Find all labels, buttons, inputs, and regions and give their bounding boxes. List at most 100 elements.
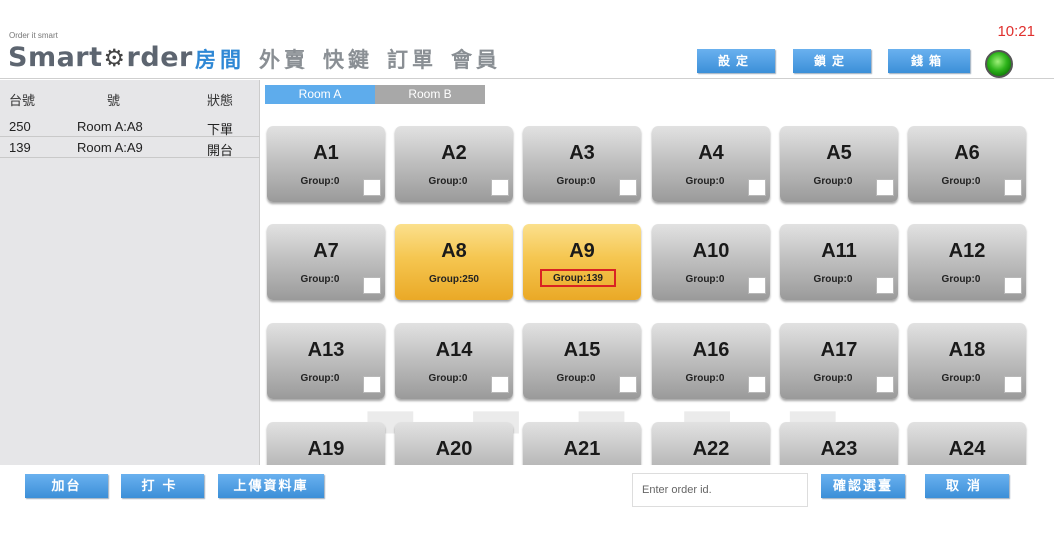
table-tile-a19[interactable]: A19 bbox=[267, 422, 385, 465]
tile-checkbox[interactable] bbox=[619, 376, 637, 393]
table-list-row[interactable]: 139 Room A:A9 開台 bbox=[0, 137, 260, 158]
table-tile-a17[interactable]: A17 Group:0 bbox=[780, 323, 898, 399]
table-tile-a22[interactable]: A22 bbox=[652, 422, 770, 465]
column-header-room: 號 bbox=[107, 93, 121, 108]
table-tile-a11[interactable]: A11 Group:0 bbox=[780, 224, 898, 300]
nav-members[interactable]: 會員 bbox=[451, 44, 501, 74]
logo-text-right: rder bbox=[126, 42, 193, 73]
tile-name: A9 bbox=[569, 240, 595, 262]
table-tile-a21[interactable]: A21 bbox=[523, 422, 641, 465]
tile-group: Group:0 bbox=[300, 176, 340, 187]
tile-checkbox[interactable] bbox=[491, 376, 509, 393]
tile-checkbox[interactable] bbox=[1004, 376, 1022, 393]
nav-rooms[interactable]: 房間 bbox=[195, 44, 245, 74]
tile-group: Group:0 bbox=[428, 373, 468, 384]
room-table-grid: ● ● ● ● ● ▬ ▬ ▬ ▬ ▬ A1Group:0A2Group:0A3… bbox=[262, 108, 1034, 465]
tab-room-b[interactable]: Room B bbox=[375, 85, 485, 104]
tile-checkbox[interactable] bbox=[619, 179, 637, 196]
row-room: Room A:A9 bbox=[77, 140, 143, 155]
tile-name: A22 bbox=[692, 438, 730, 460]
tile-group: Group:0 bbox=[941, 176, 981, 187]
nav-takeout[interactable]: 外賣 bbox=[259, 44, 309, 74]
upload-database-button[interactable]: 上傳資料庫 bbox=[218, 474, 324, 498]
tile-name: A10 bbox=[692, 240, 730, 262]
lock-button[interactable]: 鎖定 bbox=[793, 49, 871, 73]
clock: 10:21 bbox=[997, 23, 1035, 40]
table-tile-a8[interactable]: A8 Group:250 bbox=[395, 224, 513, 300]
table-tile-a16[interactable]: A16 Group:0 bbox=[652, 323, 770, 399]
table-tile-a5[interactable]: A5 Group:0 bbox=[780, 126, 898, 202]
tile-checkbox[interactable] bbox=[1004, 277, 1022, 294]
tile-name: A8 bbox=[441, 240, 467, 262]
main-nav: 房間 外賣 快鍵 訂單 會員 bbox=[195, 44, 501, 74]
row-table-no: 139 bbox=[9, 140, 31, 155]
tile-checkbox[interactable] bbox=[876, 376, 894, 393]
table-tile-a6[interactable]: A6 Group:0 bbox=[908, 126, 1026, 202]
table-tile-a15[interactable]: A15 Group:0 bbox=[523, 323, 641, 399]
nav-shortcuts[interactable]: 快鍵 bbox=[323, 44, 373, 74]
tile-name: A1 bbox=[313, 142, 339, 164]
table-tile-a23[interactable]: A23 bbox=[780, 422, 898, 465]
column-header-status: 狀態 bbox=[207, 93, 234, 108]
tile-checkbox[interactable] bbox=[876, 179, 894, 196]
tile-name: A14 bbox=[435, 339, 473, 361]
tile-group: Group:0 bbox=[556, 176, 596, 187]
column-header-table-no: 台號 bbox=[9, 93, 36, 108]
table-tile-a1[interactable]: A1 Group:0 bbox=[267, 126, 385, 202]
table-tile-a18[interactable]: A18 Group:0 bbox=[908, 323, 1026, 399]
tile-checkbox[interactable] bbox=[748, 179, 766, 196]
tile-group: Group:0 bbox=[685, 176, 725, 187]
table-tile-a4[interactable]: A4 Group:0 bbox=[652, 126, 770, 202]
confirm-table-button[interactable]: 確認選臺 bbox=[821, 474, 905, 498]
punch-card-button[interactable]: 打卡 bbox=[121, 474, 204, 498]
tile-name: A5 bbox=[826, 142, 852, 164]
table-tile-a20[interactable]: A20 bbox=[395, 422, 513, 465]
settings-button[interactable]: 設定 bbox=[697, 49, 775, 73]
table-tile-a2[interactable]: A2 Group:0 bbox=[395, 126, 513, 202]
tile-group: Group:0 bbox=[685, 274, 725, 285]
row-table-no: 250 bbox=[9, 119, 31, 134]
tile-name: A21 bbox=[563, 438, 601, 460]
logo-tagline: Order it smart bbox=[9, 31, 58, 40]
tile-name: A16 bbox=[692, 339, 730, 361]
table-tile-a3[interactable]: A3 Group:0 bbox=[523, 126, 641, 202]
tile-name: A2 bbox=[441, 142, 467, 164]
table-tile-a12[interactable]: A12 Group:0 bbox=[908, 224, 1026, 300]
order-id-input[interactable] bbox=[632, 473, 808, 507]
logo-text-left: Smart bbox=[8, 42, 103, 73]
tile-checkbox[interactable] bbox=[363, 179, 381, 196]
row-room: Room A:A8 bbox=[77, 119, 143, 134]
table-tile-a14[interactable]: A14 Group:0 bbox=[395, 323, 513, 399]
tile-group: Group:0 bbox=[941, 274, 981, 285]
table-tile-a24[interactable]: A24 bbox=[908, 422, 1026, 465]
tile-name: A3 bbox=[569, 142, 595, 164]
tile-group: Group:0 bbox=[685, 373, 725, 384]
tile-group: Group:0 bbox=[300, 274, 340, 285]
connection-status-icon bbox=[985, 50, 1013, 78]
table-list-header: 台號 號 狀態 bbox=[0, 80, 260, 110]
table-tile-a7[interactable]: A7 Group:0 bbox=[267, 224, 385, 300]
table-tile-a9[interactable]: A9 Group:139 bbox=[523, 224, 641, 300]
tile-name: A15 bbox=[563, 339, 601, 361]
tile-checkbox[interactable] bbox=[491, 179, 509, 196]
tile-checkbox[interactable] bbox=[748, 277, 766, 294]
tile-group: Group:0 bbox=[813, 373, 853, 384]
tile-checkbox[interactable] bbox=[1004, 179, 1022, 196]
tab-room-a[interactable]: Room A bbox=[265, 85, 375, 104]
tile-group: Group:0 bbox=[300, 373, 340, 384]
cancel-button[interactable]: 取消 bbox=[925, 474, 1009, 498]
row-status: 下單 bbox=[207, 122, 234, 137]
add-table-button[interactable]: 加台 bbox=[25, 474, 108, 498]
tile-checkbox[interactable] bbox=[363, 376, 381, 393]
tile-group: Group:0 bbox=[941, 373, 981, 384]
tile-checkbox[interactable] bbox=[748, 376, 766, 393]
smart-order-app: Order it smart Smart⚙rder 房間 外賣 快鍵 訂單 會員… bbox=[0, 0, 1054, 536]
table-tile-a10[interactable]: A10 Group:0 bbox=[652, 224, 770, 300]
header-divider bbox=[0, 78, 1054, 79]
table-list-row[interactable]: 250 Room A:A8 下單 bbox=[0, 116, 260, 137]
tile-checkbox[interactable] bbox=[363, 277, 381, 294]
nav-orders[interactable]: 訂單 bbox=[387, 44, 437, 74]
table-tile-a13[interactable]: A13 Group:0 bbox=[267, 323, 385, 399]
cashbox-button[interactable]: 錢箱 bbox=[888, 49, 970, 73]
tile-checkbox[interactable] bbox=[876, 277, 894, 294]
